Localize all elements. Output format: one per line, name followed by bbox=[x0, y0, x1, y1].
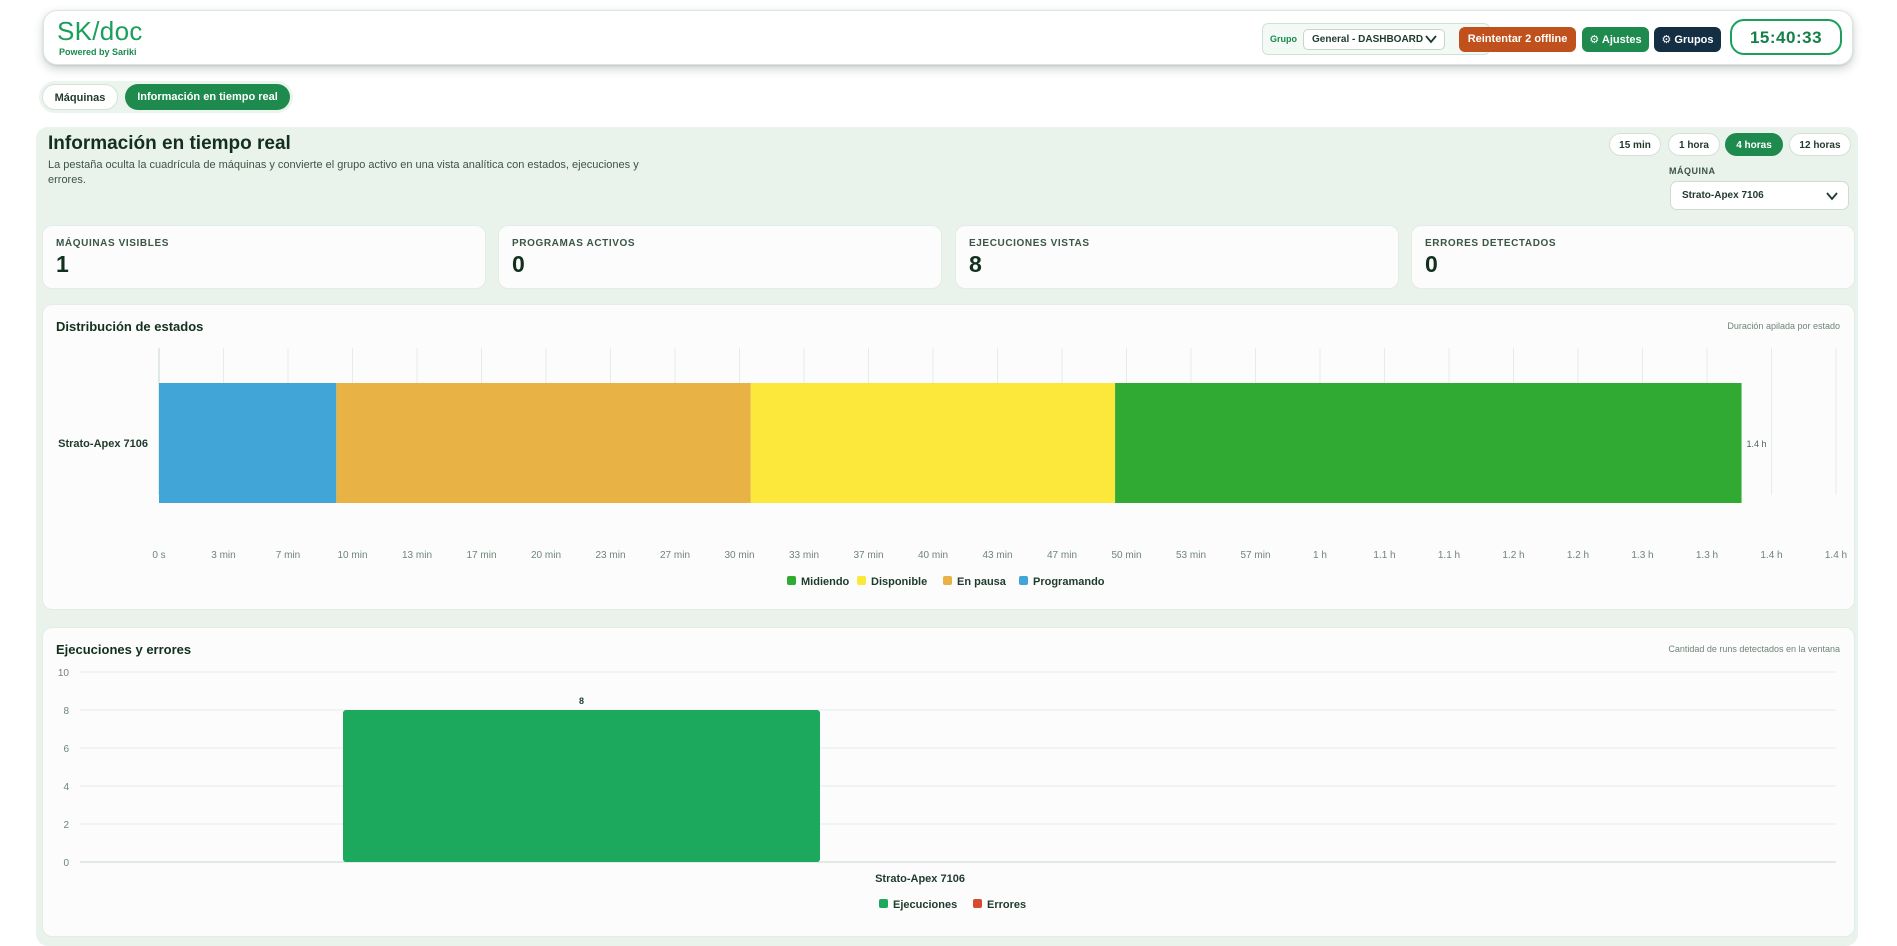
category-label: Strato-Apex 7106 bbox=[875, 873, 965, 885]
legend-swatch bbox=[943, 576, 952, 585]
y-tick-label: 2 bbox=[63, 820, 69, 831]
x-tick-label: 1.4 h bbox=[1825, 550, 1847, 561]
chevron-down-icon bbox=[1425, 35, 1437, 44]
kpi-card-errors: ERRORES DETECTADOS 0 bbox=[1411, 225, 1855, 289]
group-selector: Grupo General - DASHBOARD bbox=[1262, 23, 1490, 55]
x-tick-label: 27 min bbox=[660, 550, 690, 561]
page-description: La pestaña oculta la cuadrícula de máqui… bbox=[48, 159, 639, 186]
kpi-card-visible-machines: MÁQUINAS VISIBLES 1 bbox=[42, 225, 486, 289]
x-tick-label: 47 min bbox=[1047, 550, 1077, 561]
kpi-value: 0 bbox=[512, 251, 525, 277]
x-tick-label: 1.4 h bbox=[1760, 550, 1782, 561]
kpi-value: 8 bbox=[969, 251, 982, 277]
state-distribution-chart: 0 s 3 min 7 min 10 min 13 min 17 min 20 min 23 … bbox=[58, 348, 1847, 588]
y-tick-label: 8 bbox=[63, 706, 69, 717]
runs-errors-chart: 0 2 4 6 8 10 8 Strato-Apex 7106 Ejecuciones Error… bbox=[58, 668, 1836, 911]
x-tick-label: 30 min bbox=[724, 550, 754, 561]
bar-ejecuciones bbox=[343, 710, 820, 862]
x-tick-label: 3 min bbox=[211, 550, 235, 561]
runs-errors-card: Ejecuciones y errores Cantidad de runs d… bbox=[42, 627, 1855, 937]
legend-label: Midiendo bbox=[801, 576, 850, 588]
kpi-label: EJECUCIONES VISTAS bbox=[969, 238, 1090, 249]
x-tick-label: 10 min bbox=[337, 550, 367, 561]
legend-swatch bbox=[973, 899, 982, 908]
bar-segment-en-pausa bbox=[336, 383, 751, 503]
group-select-value: General - DASHBOARD bbox=[1312, 34, 1424, 45]
kpi-label: PROGRAMAS ACTIVOS bbox=[512, 238, 636, 249]
x-tick-label: 7 min bbox=[276, 550, 300, 561]
machine-select-value: Strato-Apex 7106 bbox=[1682, 190, 1764, 201]
x-tick-label: 23 min bbox=[595, 550, 625, 561]
kpi-label: ERRORES DETECTADOS bbox=[1425, 238, 1557, 249]
tab-maquinas[interactable]: Máquinas bbox=[42, 84, 118, 110]
legend-label: Errores bbox=[987, 899, 1026, 911]
legend-label: Programando bbox=[1033, 576, 1105, 588]
group-label: Grupo bbox=[1270, 34, 1297, 44]
state-distribution-card: Distribución de estados Duración apilada… bbox=[42, 304, 1855, 610]
y-tick-label: 4 bbox=[63, 782, 69, 793]
x-tick-label: 1.2 h bbox=[1567, 550, 1589, 561]
data-label: 8 bbox=[579, 696, 584, 706]
x-tick-label: 43 min bbox=[982, 550, 1012, 561]
legend-label: En pausa bbox=[957, 576, 1007, 588]
x-tick-label: 33 min bbox=[789, 550, 819, 561]
group-select[interactable]: General - DASHBOARD bbox=[1303, 29, 1445, 50]
x-tick-label: 53 min bbox=[1176, 550, 1206, 561]
x-tick-label: 0 s bbox=[152, 550, 165, 561]
x-tick-label: 57 min bbox=[1240, 550, 1270, 561]
legend-swatch bbox=[1019, 576, 1028, 585]
x-tick-label: 1.3 h bbox=[1631, 550, 1653, 561]
tab-realtime-info[interactable]: Información en tiempo real bbox=[125, 84, 290, 110]
x-tick-label: 37 min bbox=[853, 550, 883, 561]
machine-filter-label: MÁQUINA bbox=[1669, 166, 1716, 176]
legend-swatch bbox=[787, 576, 796, 585]
total-label: 1.4 h bbox=[1747, 439, 1767, 449]
settings-button[interactable]: ⚙ Ajustes bbox=[1582, 27, 1649, 52]
range-12h-button[interactable]: 12 horas bbox=[1789, 133, 1851, 156]
machine-select[interactable]: Strato-Apex 7106 bbox=[1670, 181, 1849, 210]
brand-powered-by: Powered by Sariki bbox=[59, 47, 137, 57]
app-header: SK/doc Powered by Sariki Grupo General -… bbox=[43, 10, 1853, 65]
x-tick-label: 1.1 h bbox=[1373, 550, 1395, 561]
y-tick-label: 6 bbox=[63, 744, 69, 755]
x-tick-label: 1 h bbox=[1313, 550, 1327, 561]
kpi-label: MÁQUINAS VISIBLES bbox=[56, 238, 169, 249]
range-1h-button[interactable]: 1 hora bbox=[1668, 133, 1720, 156]
retry-offline-button[interactable]: Reintentar 2 offline bbox=[1459, 27, 1576, 52]
x-tick-label: 40 min bbox=[918, 550, 948, 561]
chevron-down-icon bbox=[1826, 192, 1838, 201]
legend-swatch bbox=[879, 899, 888, 908]
y-tick-label: 0 bbox=[63, 858, 69, 869]
x-tick-label: 13 min bbox=[402, 550, 432, 561]
x-tick-label: 50 min bbox=[1111, 550, 1141, 561]
y-tick-label: 10 bbox=[58, 668, 70, 679]
brand-logo: SK/doc bbox=[57, 16, 143, 46]
legend-label: Ejecuciones bbox=[893, 899, 957, 911]
bar-segment-disponible bbox=[750, 383, 1116, 503]
legend-swatch bbox=[857, 576, 866, 585]
x-tick-label: 1.2 h bbox=[1502, 550, 1524, 561]
x-tick-label: 1.1 h bbox=[1438, 550, 1460, 561]
bar-segment-midiendo bbox=[1115, 383, 1742, 503]
kpi-card-active-programs: PROGRAMAS ACTIVOS 0 bbox=[498, 225, 942, 289]
page-title: Información en tiempo real bbox=[48, 133, 291, 154]
x-tick-label: 17 min bbox=[466, 550, 496, 561]
kpi-card-executions: EJECUCIONES VISTAS 8 bbox=[955, 225, 1399, 289]
range-4h-button[interactable]: 4 horas bbox=[1725, 133, 1783, 156]
view-tabs: Máquinas Información en tiempo real bbox=[39, 81, 293, 113]
kpi-value: 0 bbox=[1425, 251, 1438, 277]
kpi-value: 1 bbox=[56, 251, 69, 277]
category-label: Strato-Apex 7106 bbox=[58, 438, 148, 450]
bar-segment-programando bbox=[159, 383, 337, 503]
x-tick-label: 1.3 h bbox=[1696, 550, 1718, 561]
clock: 15:40:33 bbox=[1730, 19, 1842, 55]
range-15min-button[interactable]: 15 min bbox=[1609, 133, 1661, 156]
x-tick-label: 20 min bbox=[531, 550, 561, 561]
groups-button[interactable]: ⚙ Grupos bbox=[1654, 27, 1721, 52]
legend-label: Disponible bbox=[871, 576, 927, 588]
